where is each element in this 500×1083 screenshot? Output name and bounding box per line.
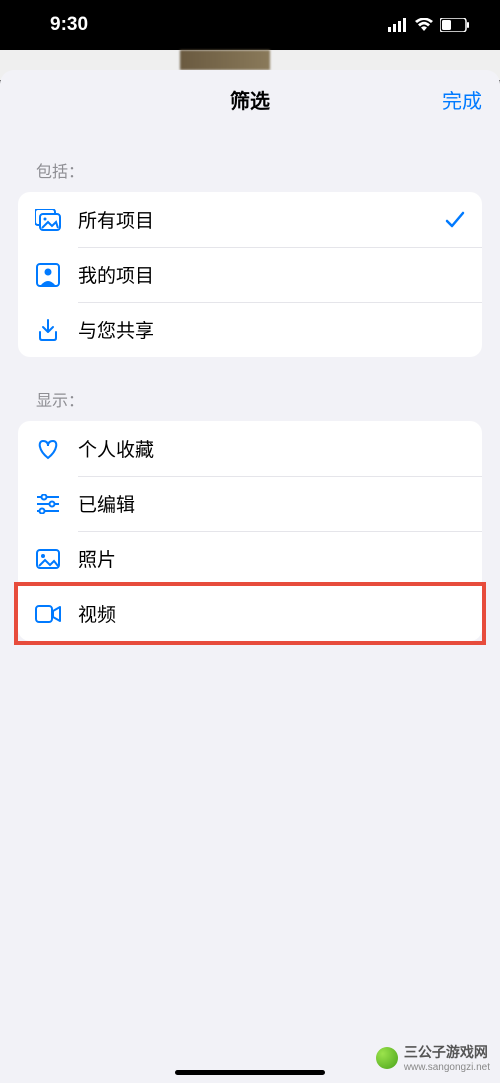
row-my-items[interactable]: 我的项目 — [18, 247, 482, 302]
heart-icon — [34, 435, 62, 463]
sliders-icon — [34, 490, 62, 518]
wifi-icon — [414, 18, 434, 32]
row-label: 已编辑 — [78, 490, 466, 517]
row-label: 个人收藏 — [78, 435, 466, 462]
done-button[interactable]: 完成 — [442, 85, 482, 114]
row-favorites[interactable]: 个人收藏 — [18, 421, 482, 476]
gallery-icon — [34, 206, 62, 234]
highlight-annotation: 视频 — [14, 582, 486, 645]
watermark-logo-icon — [376, 1047, 398, 1069]
include-group: 所有项目 我的项目 与您共享 — [18, 192, 482, 357]
row-shared-with-you[interactable]: 与您共享 — [18, 302, 482, 357]
photo-icon — [34, 545, 62, 573]
home-indicator[interactable] — [175, 1070, 325, 1075]
show-group: 个人收藏 已编辑 照片 — [18, 421, 482, 586]
section-label-show: 显示： — [0, 357, 500, 421]
watermark: 三公子游戏网 www.sangongzi.net — [376, 1042, 490, 1073]
watermark-url: www.sangongzi.net — [404, 1062, 490, 1073]
section-label-include: 包括： — [0, 128, 500, 192]
row-videos[interactable]: 视频 — [18, 586, 482, 641]
status-bar: 9:30 — [0, 0, 500, 50]
checkmark-icon — [444, 209, 466, 231]
row-label: 视频 — [78, 600, 466, 627]
video-icon — [34, 600, 62, 628]
row-label: 我的项目 — [78, 261, 466, 288]
sheet-title: 筛选 — [230, 85, 270, 114]
row-label: 照片 — [78, 545, 466, 572]
download-icon — [34, 316, 62, 344]
person-square-icon — [34, 261, 62, 289]
cellular-icon — [388, 18, 408, 32]
battery-icon — [440, 18, 470, 32]
sheet-header: 筛选 完成 — [0, 70, 500, 128]
status-time: 9:30 — [50, 14, 88, 36]
filter-sheet: 筛选 完成 包括： 所有项目 我的项目 与您共享 显示： — [0, 70, 500, 1083]
row-photos[interactable]: 照片 — [18, 531, 482, 586]
watermark-text: 三公子游戏网 — [404, 1042, 490, 1062]
row-edited[interactable]: 已编辑 — [18, 476, 482, 531]
row-all-items[interactable]: 所有项目 — [18, 192, 482, 247]
status-indicators — [388, 18, 470, 32]
row-label: 所有项目 — [78, 206, 444, 233]
row-label: 与您共享 — [78, 316, 466, 343]
